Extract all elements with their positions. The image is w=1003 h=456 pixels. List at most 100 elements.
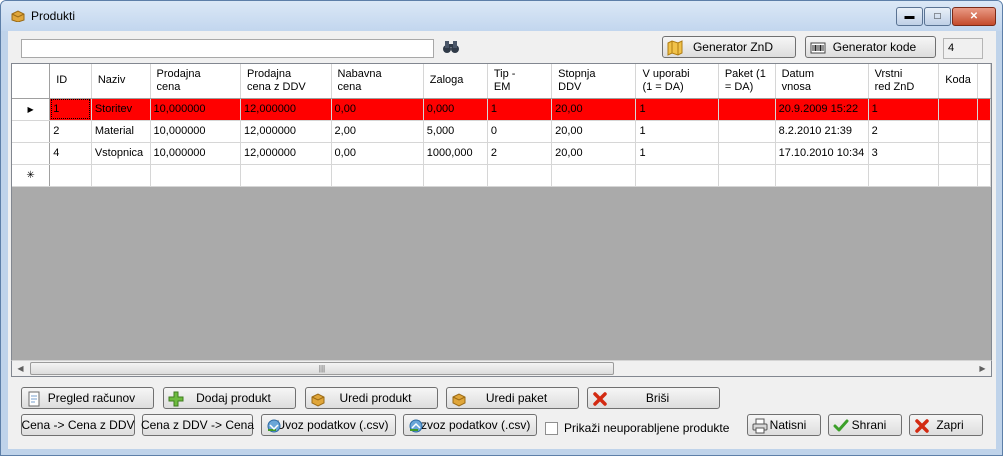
column-header[interactable]: Prodajna cena [150,64,242,99]
table-cell[interactable]: 1 [635,120,719,143]
table-row[interactable]: ▶ 1 Storitev 10,000000 12,000000 0,00 0,000 1 20… [12,98,991,121]
table-cell[interactable] [938,98,978,121]
table-cell[interactable]: 20,00 [551,120,637,143]
table-row[interactable]: 4 Vstopnica 10,000000 12,000000 0,00 1000,000… [12,142,991,165]
show-unused-checkbox[interactable]: Prikaži neuporabljene produkte [545,420,729,436]
table-cell[interactable] [423,164,488,187]
products-grid[interactable]: ID Naziv Prodajna cena Prodajna cena z DDV N… [11,63,992,377]
table-cell[interactable]: 1000,000 [423,142,488,165]
table-cell[interactable] [868,164,940,187]
close-button[interactable]: ✕ [952,7,996,26]
row-header[interactable] [12,120,51,143]
table-cell[interactable]: Storitev [91,98,151,121]
table-cell[interactable]: 1 [635,98,719,121]
table-cell[interactable] [240,164,332,187]
scroll-left-icon[interactable]: ◀ [12,361,29,376]
maximize-button[interactable]: □ [924,7,951,26]
table-cell[interactable] [938,120,978,143]
column-header[interactable]: Vrstni red ZnD [868,64,940,99]
column-header[interactable]: Tip - EM [487,64,553,99]
table-cell[interactable]: 2 [868,120,940,143]
table-cell[interactable]: 12,000000 [240,142,332,165]
natisni-button[interactable]: Natisni [747,414,821,436]
table-cell[interactable]: 0,00 [331,98,424,121]
table-cell[interactable]: 12,000000 [240,98,332,121]
table-cell[interactable] [775,164,869,187]
table-cell[interactable] [938,164,978,187]
table-cell[interactable]: 3 [868,142,940,165]
column-header[interactable]: Stopnja DDV [551,64,637,99]
table-cell[interactable]: 8.2.2010 21:39 [775,120,869,143]
zapri-button[interactable]: Zapri [909,414,983,436]
table-cell[interactable]: 2 [487,142,553,165]
table-cell[interactable]: 20.9.2009 15:22 [775,98,869,121]
table-cell[interactable] [938,142,978,165]
table-cell[interactable]: Material [91,120,151,143]
scroll-thumb[interactable]: ||| [30,362,614,375]
table-cell[interactable] [718,98,776,121]
table-cell[interactable]: 2 [49,120,92,143]
table-cell[interactable]: 12,000000 [240,120,332,143]
table-cell[interactable]: 20,00 [551,142,637,165]
table-cell[interactable]: 20,00 [551,98,637,121]
table-cell[interactable]: 10,000000 [150,98,242,121]
table-cell[interactable]: 1 [49,98,92,121]
table-cell[interactable] [718,142,776,165]
column-header[interactable]: Nabavna cena [331,64,424,99]
new-row[interactable]: ✳ [12,164,991,187]
table-cell[interactable] [91,164,151,187]
column-header[interactable]: Koda [938,64,978,99]
uvoz-podatkov-button[interactable]: Uvoz podatkov (.csv) [261,414,396,436]
table-row[interactable]: 2 Material 10,000000 12,000000 2,00 5,000 0 20,… [12,120,991,143]
table-cell[interactable]: 5,000 [423,120,488,143]
minimize-button[interactable]: ▬ [896,7,923,26]
table-cell[interactable]: 2,00 [331,120,424,143]
uredi-produkt-button[interactable]: Uredi produkt [305,387,438,409]
dodaj-produkt-button[interactable]: Dodaj produkt [163,387,296,409]
table-cell[interactable]: 1 [868,98,940,121]
cena-to-ddv-button[interactable]: Cena -> Cena z DDV [21,414,135,436]
generator-znd-button[interactable]: Generator ZnD [662,36,796,58]
table-cell[interactable]: 0 [487,120,553,143]
table-cell[interactable]: 10,000000 [150,142,242,165]
table-cell[interactable] [718,164,776,187]
column-header[interactable]: V uporabi (1 = DA) [635,64,719,99]
pregled-racunov-button[interactable]: Pregled računov [21,387,154,409]
checkbox-box[interactable] [545,421,558,435]
izvoz-podatkov-button[interactable]: Izvoz podatkov (.csv) [403,414,537,436]
table-cell[interactable]: 10,000000 [150,120,242,143]
table-cell[interactable]: 4 [49,142,92,165]
table-cell[interactable]: 0,000 [423,98,488,121]
generator-kode-button[interactable]: Generator kode [805,36,936,58]
table-cell[interactable]: 1 [487,98,553,121]
table-cell[interactable]: Vstopnica [91,142,151,165]
column-header[interactable]: Paket (1 = DA) [718,64,776,99]
table-cell[interactable] [487,164,553,187]
brisi-button[interactable]: Briši [587,387,720,409]
column-header[interactable]: ID [49,64,92,99]
column-header[interactable]: Naziv [91,64,151,99]
table-cell[interactable] [150,164,242,187]
horizontal-scrollbar[interactable]: ◀ ||| ▶ [11,360,992,377]
shrani-button[interactable]: Shrani [828,414,902,436]
table-cell[interactable] [635,164,719,187]
column-header[interactable]: Zaloga [423,64,488,99]
table-cell[interactable] [551,164,637,187]
scroll-right-icon[interactable]: ▶ [974,361,991,376]
row-header[interactable]: ✳ [12,164,51,187]
search-input[interactable] [21,39,434,58]
binoculars-icon[interactable] [442,39,460,55]
table-cell[interactable] [49,164,92,187]
row-header[interactable]: ▶ [12,98,51,121]
table-cell[interactable] [331,164,424,187]
table-cell[interactable]: 17.10.2010 10:34 [775,142,869,165]
table-cell[interactable]: 1 [635,142,719,165]
column-header[interactable]: Prodajna cena z DDV [240,64,332,99]
ddv-to-cena-button[interactable]: Cena z DDV -> Cena [141,414,254,436]
title-bar[interactable]: Produkti ▬ □ ✕ [1,1,1002,31]
table-cell[interactable] [718,120,776,143]
column-header[interactable]: Datum vnosa [775,64,869,99]
row-header[interactable] [12,142,51,165]
uredi-paket-button[interactable]: Uredi paket [446,387,579,409]
table-cell[interactable]: 0,00 [331,142,424,165]
